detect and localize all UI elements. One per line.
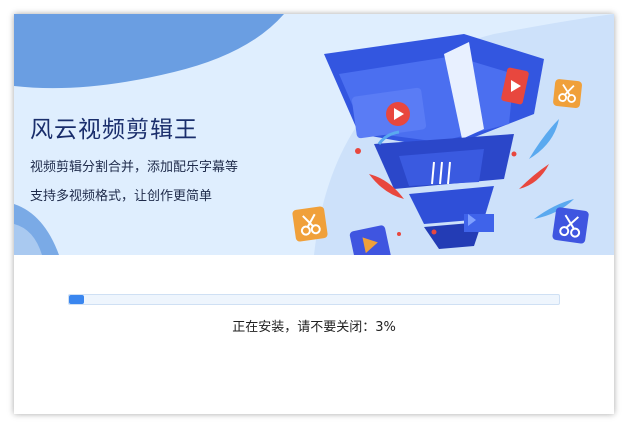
scissors-icon xyxy=(552,207,589,244)
tagline-features: 视频剪辑分割合并，添加配乐字幕等 xyxy=(30,160,239,175)
tagline-formats: 支持多视频格式，让创作更简单 xyxy=(30,189,213,204)
scissors-icon xyxy=(553,79,582,108)
install-progress-fill xyxy=(69,295,84,304)
app-title: 风云视频剪辑王 xyxy=(30,117,198,143)
install-progress-bar xyxy=(68,294,560,305)
banner: 风云视频剪辑王 视频剪辑分割合并，添加配乐字幕等 支持多视频格式，让创作更简单 xyxy=(14,14,614,255)
installer-window: 风云视频剪辑王 视频剪辑分割合并，添加配乐字幕等 支持多视频格式，让创作更简单 … xyxy=(14,14,614,414)
scissors-icon xyxy=(292,206,328,242)
install-status-text: 正在安装，请不要关闭：3% xyxy=(232,320,396,335)
